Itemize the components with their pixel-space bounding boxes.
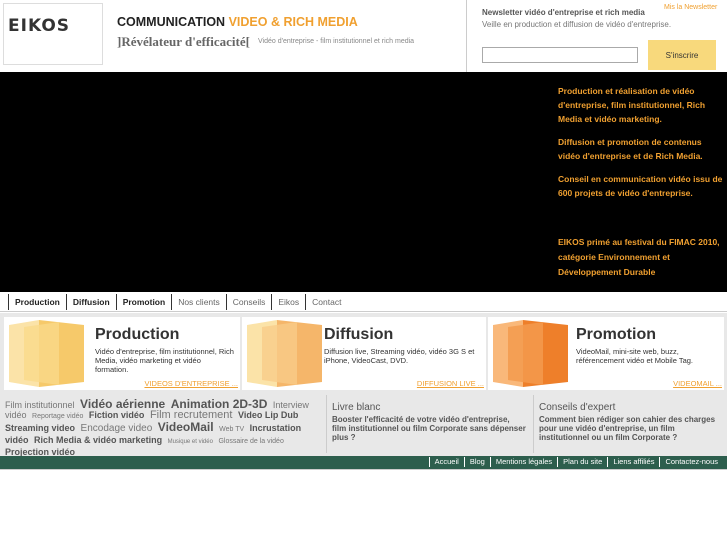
tag[interactable]: Reportage vidéo	[32, 413, 83, 420]
nav-conseils[interactable]: Conseils	[225, 294, 272, 310]
tag[interactable]: Glossaire de la vidéo	[218, 438, 283, 445]
section-promotion-desc: VideoMail, mini-site web, buzz, référenc…	[576, 347, 694, 365]
footer-liens-affilies[interactable]: Liens affiliés	[607, 457, 659, 467]
header: EIKOS COMMUNICATION VIDEO & RICH MEDIA ]…	[0, 0, 727, 72]
footer: Accueil Blog Mentions légales Plan du si…	[0, 456, 727, 469]
tag[interactable]: Streaming video	[5, 423, 75, 433]
diffusion-visual-icon	[247, 320, 322, 387]
newsletter-box: Newsletter vidéo d'entreprise et rich me…	[466, 0, 727, 72]
eikos-logo[interactable]: EIKOS	[3, 3, 103, 65]
footer-contact[interactable]: Contactez-nous	[659, 457, 723, 467]
tag[interactable]: Video Lip Dub	[238, 410, 298, 420]
tag[interactable]: Film institutionnel	[5, 400, 75, 410]
site-title: COMMUNICATION VIDEO & RICH MEDIA	[117, 15, 358, 29]
livre-blanc-text[interactable]: Booster l'efficacité de votre vidéo d'en…	[332, 415, 526, 442]
promotion-visual-icon	[493, 320, 568, 387]
logo-text: EIKOS	[8, 16, 71, 36]
footer-mentions-legales[interactable]: Mentions légales	[489, 457, 557, 467]
hero-text: Production et réalisation de vidéo d'ent…	[558, 84, 723, 209]
nav-contact[interactable]: Contact	[305, 294, 347, 310]
nav-promotion[interactable]: Promotion	[115, 294, 172, 310]
hero-banner: Production et réalisation de vidéo d'ent…	[0, 72, 727, 292]
hero-paragraph-diffusion: Diffusion et promotion de contenus vidéo…	[558, 137, 703, 161]
footer-blog[interactable]: Blog	[463, 457, 490, 467]
newsletter-subtitle: Veille en production et diffusion de vid…	[482, 20, 672, 29]
section-production-title: Production	[95, 326, 180, 343]
hero-paragraph-production: Production et réalisation de vidéo d'ent…	[558, 86, 706, 124]
sections-row: Production Vidéo d'entreprise, film inst…	[0, 313, 727, 393]
tag[interactable]: Fiction vidéo	[89, 410, 145, 420]
tag[interactable]: VideoMail	[158, 420, 214, 434]
bottom-area: Film institutionnel Vidéo aérienne Anima…	[0, 393, 727, 457]
tag[interactable]: Rich Media & vidéo marketing	[34, 435, 162, 445]
newsletter-title: Newsletter vidéo d'entreprise et rich me…	[482, 8, 645, 17]
subscribe-button[interactable]: S'inscrire	[648, 40, 716, 70]
section-production: Production Vidéo d'entreprise, film inst…	[4, 317, 240, 390]
nav-nos-clients[interactable]: Nos clients	[171, 294, 226, 310]
livre-blanc-title[interactable]: Livre blanc	[332, 402, 526, 413]
main-nav: Production Diffusion Promotion Nos clien…	[0, 292, 727, 312]
title-black: COMMUNICATION	[117, 15, 226, 29]
livre-blanc-box: Livre blanc Booster l'efficacité de votr…	[326, 395, 526, 453]
newsletter-corner-link[interactable]: Mis la Newsletter	[664, 4, 717, 11]
hero-paragraph-conseil: Conseil en communication vidéo issu de 6…	[558, 174, 723, 198]
footer-plan-du-site[interactable]: Plan du site	[557, 457, 607, 467]
footer-divider	[0, 469, 727, 470]
hero-award: EIKOS primé au festival du FIMAC 2010, c…	[558, 237, 720, 277]
section-promotion-link[interactable]: VIDEOMAIL ...	[673, 379, 722, 388]
footer-accueil[interactable]: Accueil	[428, 457, 464, 467]
tagline: ]Révélateur d'efficacité[	[117, 34, 250, 49]
nav-eikos[interactable]: Eikos	[271, 294, 305, 310]
section-diffusion-desc: Diffusion live, Streaming vidéo, vidéo 3…	[324, 347, 475, 365]
section-diffusion-link[interactable]: DIFFUSION LIVE ...	[417, 379, 484, 388]
section-diffusion-title: Diffusion	[324, 326, 394, 343]
section-production-desc: Vidéo d'entreprise, film institutionnel,…	[95, 347, 234, 374]
newsletter-email-input[interactable]	[482, 47, 638, 63]
conseils-expert-text[interactable]: Comment bien rédiger son cahier des char…	[539, 415, 723, 442]
tag[interactable]: Musique et vidéo	[168, 439, 213, 445]
section-diffusion: Diffusion Diffusion live, Streaming vidé…	[242, 317, 486, 390]
conseils-expert-box: Conseils d'expert Comment bien rédiger s…	[533, 395, 723, 453]
section-promotion-title: Promotion	[576, 326, 656, 343]
tagline-sub: Vidéo d'entreprise - film institutionnel…	[258, 38, 415, 45]
tag[interactable]: Web TV	[219, 426, 244, 433]
title-orange: VIDEO & RICH MEDIA	[228, 15, 358, 29]
tag-cloud: Film institutionnel Vidéo aérienne Anima…	[5, 398, 320, 457]
conseils-expert-title[interactable]: Conseils d'expert	[539, 402, 723, 413]
production-visual-icon	[9, 320, 84, 387]
nav-production[interactable]: Production	[8, 294, 66, 310]
nav-diffusion[interactable]: Diffusion	[65, 294, 116, 310]
section-promotion: Promotion VideoMail, mini-site web, buzz…	[488, 317, 724, 390]
section-production-link[interactable]: VIDEOS D'ENTREPRISE ...	[144, 379, 238, 388]
tag[interactable]: Encodage video	[81, 423, 153, 434]
